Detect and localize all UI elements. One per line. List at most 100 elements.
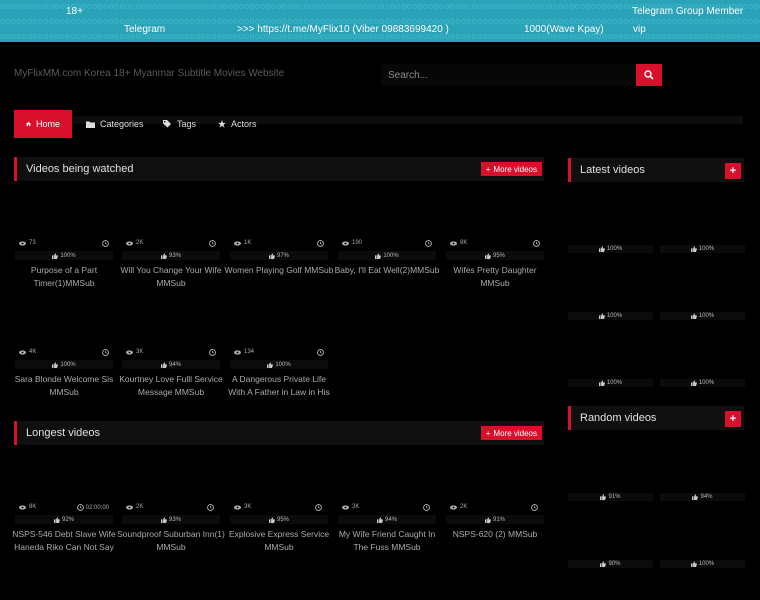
video-title[interactable]: A Dangerous Private Life With A Father i… bbox=[224, 373, 334, 399]
video-thumbnail[interactable] bbox=[446, 188, 544, 246]
sidebar-rating-value: 100% bbox=[698, 561, 715, 567]
search-input[interactable] bbox=[381, 64, 636, 86]
thumbs-up-icon bbox=[692, 494, 699, 500]
sidebar-rating-value: 100% bbox=[698, 313, 715, 319]
search-button[interactable] bbox=[636, 64, 662, 86]
video-title[interactable]: Soundproof Suburban Inn(1) MMSub bbox=[116, 528, 226, 554]
sidebar-video-rating[interactable]: 94% bbox=[660, 493, 745, 501]
sidebar-video-rating[interactable]: 100% bbox=[568, 312, 653, 320]
video-thumbnail[interactable] bbox=[230, 188, 328, 246]
eye-icon bbox=[342, 504, 349, 510]
video-thumbnail[interactable] bbox=[230, 452, 328, 510]
sidebar-video-rating[interactable]: 100% bbox=[660, 379, 745, 387]
clock-icon bbox=[425, 240, 432, 247]
nav-tags[interactable]: Tags bbox=[151, 110, 208, 138]
announcement-payment: 1000(Wave Kpay) bbox=[524, 24, 604, 35]
video-views-count: 2K bbox=[136, 504, 144, 510]
thumbs-up-icon bbox=[160, 252, 167, 259]
video-thumbnail[interactable] bbox=[122, 188, 220, 246]
video-views: 1K bbox=[234, 240, 251, 246]
video-title[interactable]: Explosive Express Service MMSub bbox=[224, 528, 334, 554]
nav-actors[interactable]: Actors bbox=[206, 110, 269, 138]
nav-categories[interactable]: Categories bbox=[74, 110, 156, 138]
nav-home-label: Home bbox=[35, 119, 60, 129]
video-meta: 3K bbox=[230, 504, 328, 514]
video-views-count: 134 bbox=[244, 349, 255, 355]
video-thumbnail[interactable] bbox=[338, 452, 436, 510]
clock-icon bbox=[317, 240, 324, 247]
announcement-telegram-link[interactable]: >>> https://t.me/MyFlix10 (Viber 0988369… bbox=[237, 24, 449, 35]
video-title[interactable]: Sara Blonde Welcome Sis MMSub bbox=[9, 373, 119, 399]
video-rating: 91% bbox=[446, 515, 544, 524]
video-thumbnail[interactable] bbox=[338, 188, 436, 246]
video-title[interactable]: My Wife Friend Caught In The Fuss MMSub bbox=[332, 528, 442, 554]
thumbs-up-icon bbox=[52, 252, 59, 259]
video-thumbnail[interactable] bbox=[15, 452, 113, 510]
section-longest-title: Longest videos bbox=[26, 427, 100, 439]
sidebar-video-rating[interactable]: 100% bbox=[568, 245, 653, 253]
video-title[interactable]: Kourtney Love Fulll Service Message MMSu… bbox=[116, 373, 226, 399]
sidebar-rating-value: 91% bbox=[608, 494, 621, 500]
video-thumbnail[interactable] bbox=[15, 188, 113, 246]
video-rating-value: 100% bbox=[383, 252, 399, 259]
video-meta: 4K bbox=[15, 349, 113, 359]
eye-icon bbox=[234, 349, 241, 355]
video-title[interactable]: Baby, I'll Eat Well(2)MMSub bbox=[332, 264, 442, 277]
folder-icon bbox=[86, 121, 95, 128]
random-more-button[interactable]: + bbox=[725, 411, 741, 427]
video-meta: 190 bbox=[338, 240, 436, 250]
eye-icon bbox=[126, 349, 133, 355]
section-latest-title: Latest videos bbox=[580, 164, 645, 176]
video-title[interactable]: Purpose of a Part Timer(1)MMSub bbox=[9, 264, 119, 290]
sidebar-video-rating[interactable]: 91% bbox=[568, 493, 653, 501]
video-rating: 92% bbox=[15, 515, 113, 524]
thumbs-up-icon bbox=[268, 516, 275, 523]
video-rating-value: 93% bbox=[168, 516, 181, 523]
video-duration-wrap bbox=[207, 504, 216, 511]
sidebar-rating-value: 100% bbox=[698, 380, 715, 386]
clock-icon bbox=[531, 504, 538, 511]
announcement-bar: oooooooooooooooooooooooooooooooooooooooo… bbox=[0, 0, 760, 42]
sidebar-rating-value: 100% bbox=[606, 246, 623, 252]
thumbs-up-icon bbox=[600, 561, 607, 567]
sidebar-video-rating[interactable]: 100% bbox=[568, 379, 653, 387]
video-views: 134 bbox=[234, 349, 254, 355]
video-title[interactable]: Will You Change Your Wife MMSub bbox=[116, 264, 226, 290]
thumbs-up-icon bbox=[598, 246, 605, 252]
video-meta: 134 bbox=[230, 349, 328, 359]
video-meta: 2K bbox=[122, 240, 220, 250]
sidebar-video-rating[interactable]: 90% bbox=[568, 560, 653, 568]
video-thumbnail[interactable] bbox=[122, 452, 220, 510]
sidebar-video-rating[interactable]: 100% bbox=[660, 312, 745, 320]
eye-icon bbox=[450, 504, 457, 510]
sidebar-video-rating[interactable]: 100% bbox=[660, 560, 745, 568]
site-title[interactable]: MyFlixMM.com Korea 18+ Myanmar Subtitle … bbox=[14, 68, 284, 79]
announcement-age: 18+ bbox=[66, 6, 83, 17]
watched-more-button[interactable]: + More videos bbox=[480, 162, 542, 176]
video-thumbnail[interactable] bbox=[122, 297, 220, 355]
thumbs-up-icon bbox=[268, 252, 275, 259]
video-rating: 95% bbox=[446, 251, 544, 260]
video-title[interactable]: NSPS-546 Debt Slave Wife Haneda Riko Can… bbox=[9, 528, 119, 554]
video-views-count: 3K bbox=[136, 349, 144, 355]
video-title[interactable]: NSPS-620 (2) MMSub bbox=[440, 528, 550, 541]
video-thumbnail[interactable] bbox=[230, 297, 328, 355]
latest-more-button[interactable]: + bbox=[725, 163, 741, 179]
video-rating-value: 94% bbox=[168, 361, 181, 368]
video-views: 190 bbox=[342, 240, 362, 246]
thumbs-up-icon bbox=[690, 246, 697, 252]
nav-home[interactable]: Home bbox=[14, 110, 72, 138]
video-thumbnail[interactable] bbox=[446, 452, 544, 510]
clock-icon bbox=[317, 349, 324, 356]
longest-more-button[interactable]: + More videos bbox=[480, 426, 542, 440]
eye-icon bbox=[19, 349, 26, 355]
video-title[interactable]: Women Playing Golf MMSub bbox=[224, 264, 334, 277]
nav-actors-label: Actors bbox=[231, 119, 257, 129]
eye-icon bbox=[234, 240, 241, 246]
video-thumbnail[interactable] bbox=[15, 297, 113, 355]
sidebar-video-rating[interactable]: 100% bbox=[660, 245, 745, 253]
thumbs-up-icon bbox=[267, 361, 274, 368]
video-title[interactable]: Wifes Pretty Daughter MMSub bbox=[440, 264, 550, 290]
video-meta: 2K bbox=[446, 504, 544, 514]
thumbs-up-icon bbox=[598, 380, 605, 386]
